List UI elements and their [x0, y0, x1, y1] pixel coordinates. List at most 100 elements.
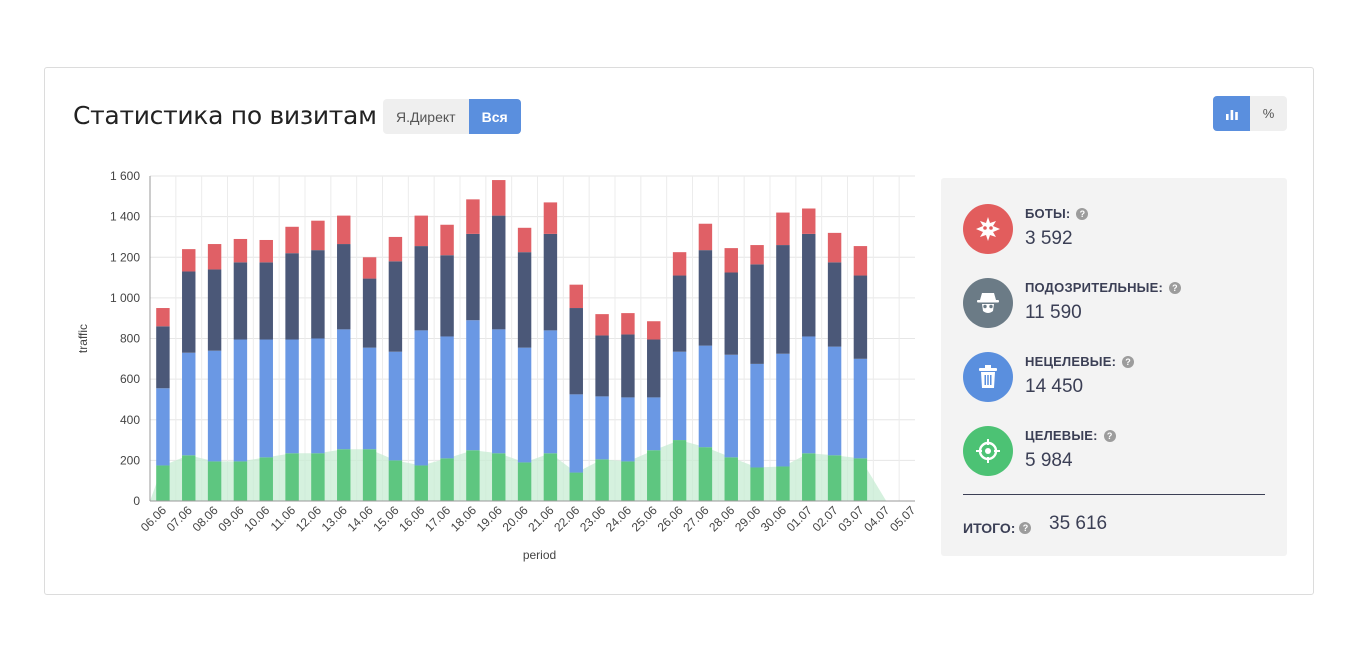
x-tick-label: 09.06: [215, 503, 246, 534]
stat-value: 11 590: [1025, 302, 1082, 323]
bar-bots: [207, 244, 222, 270]
bar-target: [776, 466, 790, 501]
bar-nontarget: [543, 330, 558, 454]
x-axis-title: period: [523, 548, 556, 562]
help-icon[interactable]: ?: [1169, 281, 1182, 294]
bar-suspicious: [569, 308, 583, 395]
bar-nontarget: [285, 339, 299, 454]
bar-target: [466, 450, 480, 501]
stat-suspicious: ПОДОЗРИТЕЛЬНЫЕ: ? 11 590: [963, 278, 1263, 330]
bar-bots: [259, 239, 273, 263]
bar-nontarget: [156, 388, 170, 466]
bar-bots: [156, 308, 170, 327]
bar-bots: [466, 199, 480, 234]
x-tick-label: 18.06: [448, 503, 479, 534]
bar-target: [337, 449, 351, 501]
x-tick-label: 02.07: [810, 503, 841, 534]
bar-nontarget: [337, 329, 351, 450]
bar-nontarget: [233, 339, 248, 462]
bar-bots: [337, 215, 351, 245]
stat-label: ПОДОЗРИТЕЛЬНЫЕ:: [1025, 280, 1164, 295]
bar-bots: [285, 226, 299, 254]
bar-bots: [543, 202, 558, 234]
bar-target: [440, 458, 454, 501]
x-tick-label: 21.06: [525, 503, 556, 534]
x-tick-label: 11.06: [268, 503, 299, 534]
bar-nontarget: [207, 350, 222, 462]
bar-bots: [569, 284, 583, 309]
x-tick-label: 14.06: [345, 503, 376, 534]
help-icon[interactable]: ?: [1019, 522, 1032, 534]
bar-bots: [182, 249, 196, 272]
bar-suspicious: [802, 233, 816, 337]
bar-suspicious: [207, 269, 222, 351]
bar-suspicious: [647, 339, 661, 398]
bar-nontarget: [853, 358, 868, 459]
bar-suspicious: [827, 262, 842, 347]
x-tick-label: 06.06: [138, 503, 169, 534]
bar-bots: [440, 224, 454, 256]
bar-target: [543, 453, 558, 501]
bar-suspicious: [414, 246, 428, 331]
bar-bots: [802, 208, 816, 234]
tab-yandex-direct[interactable]: Я.Директ: [383, 99, 469, 134]
bar-target: [388, 460, 403, 501]
help-icon[interactable]: ?: [1103, 429, 1116, 442]
bar-bots: [827, 232, 842, 263]
bar-suspicious: [259, 262, 273, 340]
bar-suspicious: [698, 250, 713, 346]
bar-nontarget: [647, 397, 661, 451]
x-tick-label: 23.06: [577, 503, 608, 534]
bar-bots: [595, 314, 609, 336]
bar-suspicious: [311, 250, 325, 339]
y-tick-label: 200: [120, 453, 140, 467]
bar-nontarget: [440, 336, 454, 459]
x-tick-label: 27.06: [680, 503, 711, 534]
bar-bots: [750, 245, 764, 265]
bar-target: [621, 461, 635, 501]
y-axis-title: traffic: [76, 324, 90, 353]
bar-suspicious: [776, 245, 790, 354]
x-tick-label: 24.06: [603, 503, 634, 534]
bar-nontarget: [182, 352, 196, 456]
stat-target: ЦЕЛЕВЫЕ: ? 5 984: [963, 426, 1263, 478]
bar-suspicious: [156, 326, 170, 389]
traffic-chart: 0 200 400 600 800 1 000 1 200 1 400 1 600 06.0607…: [76, 169, 915, 562]
x-tick-label: 17.06: [422, 503, 453, 534]
bar-target: [311, 453, 325, 501]
bar-nontarget: [259, 339, 273, 458]
spy-icon: [963, 278, 1013, 328]
bar-chart-mode-button[interactable]: [1213, 96, 1250, 131]
bar-nontarget: [750, 363, 764, 468]
help-icon[interactable]: ?: [1122, 355, 1135, 368]
bar-bots: [621, 313, 635, 335]
bar-nontarget: [621, 397, 635, 462]
bar-suspicious: [724, 272, 738, 355]
bar-target: [233, 461, 248, 501]
bar-nontarget: [672, 351, 687, 441]
stat-label: ЦЕЛЕВЫЕ:: [1025, 428, 1098, 443]
bar-nontarget: [827, 346, 842, 456]
x-tick-label: 12.06: [293, 503, 324, 534]
bar-bots: [698, 223, 713, 251]
y-tick-label: 600: [120, 372, 140, 386]
bar-suspicious: [362, 278, 377, 348]
tab-all[interactable]: Вся: [468, 99, 521, 134]
stat-label: БОТЫ:: [1025, 206, 1071, 221]
visits-statistics-card: Статистика по визитам Я.Директ Вся % 0 20…: [44, 67, 1314, 595]
stats-panel: БОТЫ: ? 3 592 ПОДОЗРИТЕЛЬНЫЕ: ? 11 590 Н…: [941, 178, 1287, 556]
source-filter: Я.Директ Вся: [383, 99, 521, 134]
bar-target: [362, 449, 377, 501]
x-tick-label: 16.06: [396, 503, 427, 534]
total-value: 35 616: [1049, 513, 1108, 534]
help-icon[interactable]: ?: [1076, 207, 1089, 220]
bar-target: [492, 453, 506, 501]
bar-suspicious: [853, 275, 868, 359]
percent-mode-button[interactable]: %: [1250, 96, 1287, 131]
bar-target: [517, 462, 532, 501]
y-tick-label: 0: [133, 494, 140, 508]
bar-suspicious: [517, 252, 532, 348]
bar-suspicious: [466, 233, 480, 321]
stat-value: 14 450: [1025, 376, 1084, 397]
bar-bots: [517, 227, 532, 253]
